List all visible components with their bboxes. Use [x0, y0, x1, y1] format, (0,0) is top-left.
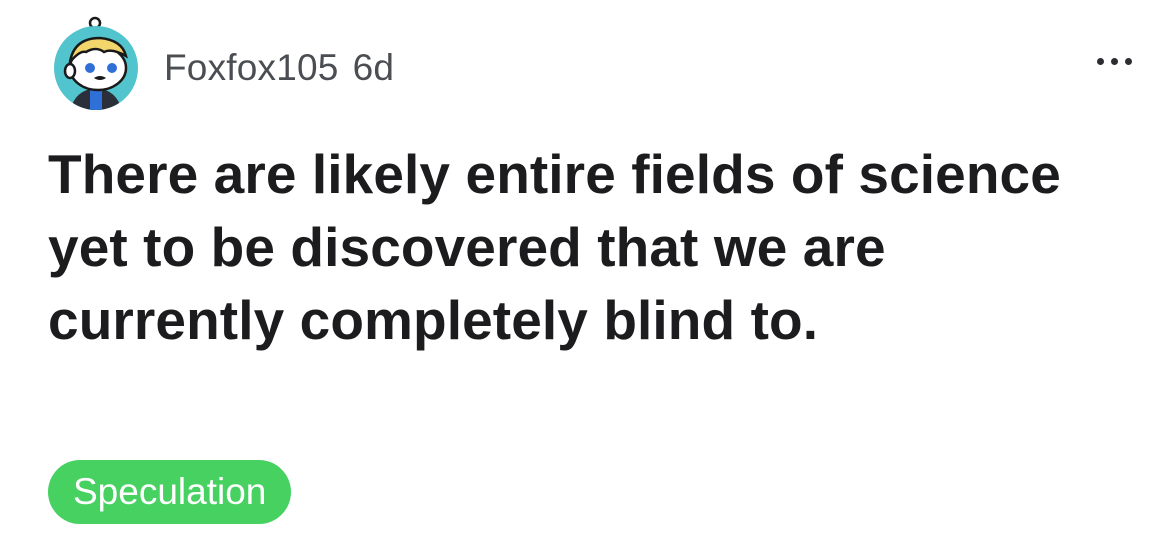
author-name[interactable]: Foxfox105 [164, 47, 339, 89]
post-title[interactable]: There are likely entire fields of scienc… [48, 138, 1068, 357]
post-card: Foxfox105 6d There are likely entire fie… [0, 0, 1170, 542]
more-options-icon[interactable] [1095, 52, 1134, 71]
flair-badge[interactable]: Speculation [48, 460, 292, 524]
post-header: Foxfox105 6d [52, 14, 394, 114]
more-dot [1125, 58, 1132, 65]
more-dot [1097, 58, 1104, 65]
post-age: 6d [352, 47, 395, 88]
post-meta: Foxfox105 6d [164, 47, 394, 89]
more-dot [1111, 58, 1118, 65]
user-avatar-icon[interactable] [52, 16, 140, 112]
